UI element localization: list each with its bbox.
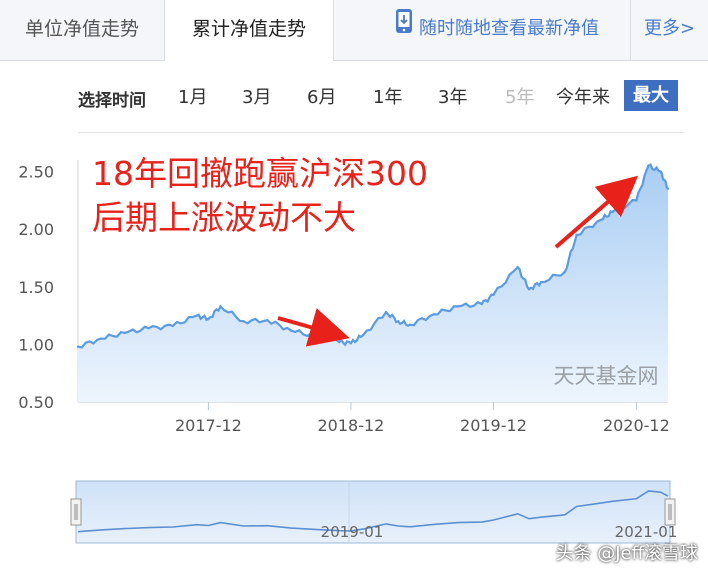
phone-icon xyxy=(395,0,413,58)
x-tick-label: 2017-12 xyxy=(175,416,242,435)
nav-point xyxy=(266,319,269,322)
nav-point xyxy=(563,270,567,273)
image-watermark: 头条 @Jeff滚雪球 xyxy=(555,543,698,564)
nav-point xyxy=(611,210,614,214)
tab-cumulative-nav[interactable]: 累计净值走势 xyxy=(164,0,334,61)
nav-point xyxy=(207,317,210,321)
nav-point xyxy=(659,170,662,173)
more-link[interactable]: 更多> xyxy=(630,0,708,60)
y-tick-label: 2.50 xyxy=(18,163,54,182)
time-range-selector: 选择时间 1月 3月 6月 1年 3年 5年 今年来 最大 xyxy=(0,80,708,114)
nav-point xyxy=(384,310,388,314)
navigator-left-handle[interactable] xyxy=(70,498,82,526)
x-tick-label: 2019-12 xyxy=(460,416,527,435)
annotation-text: 18年回撤跑赢沪深300 后期上涨波动不大 xyxy=(92,152,428,240)
nav-point xyxy=(99,337,103,340)
nav-point xyxy=(76,345,80,348)
nav-point xyxy=(539,281,543,284)
range-5y: 5年 xyxy=(505,87,535,108)
range-1m[interactable]: 1月 xyxy=(178,83,207,109)
mobile-view-link[interactable]: 随时随地查看最新净值 xyxy=(395,0,625,60)
x-tick-label: 2018-12 xyxy=(318,416,385,435)
x-axis: 2017-12 2018-12 2019-12 2020-12 xyxy=(78,401,670,435)
nav-point xyxy=(171,324,175,328)
chart-watermark: 天天基金网 xyxy=(554,364,659,388)
nav-point xyxy=(242,320,245,323)
y-tick-label: 2.00 xyxy=(18,220,54,239)
range-6m[interactable]: 6月 xyxy=(307,83,336,109)
navigator-start-label: 2019-01 xyxy=(321,523,384,541)
nav-point xyxy=(432,313,435,316)
nav-point xyxy=(492,293,495,296)
nav-point xyxy=(516,266,519,269)
nav-point xyxy=(338,340,341,344)
nav-point xyxy=(408,323,412,326)
range-1y[interactable]: 1年 xyxy=(373,83,402,109)
y-tick-label: 0.50 xyxy=(18,393,54,412)
nav-point xyxy=(480,302,483,306)
range-3y[interactable]: 3年 xyxy=(438,83,467,109)
nav-point xyxy=(195,314,198,317)
nav-point xyxy=(290,329,293,332)
nav-point xyxy=(397,320,400,323)
nav-point xyxy=(575,233,578,237)
nav-point xyxy=(361,334,365,337)
range-3m[interactable]: 3月 xyxy=(242,83,271,109)
nav-point xyxy=(456,305,460,308)
range-max[interactable]: 最大 xyxy=(624,80,678,111)
y-tick-label: 1.00 xyxy=(18,335,54,354)
nav-point xyxy=(647,164,650,167)
nav-point xyxy=(219,305,222,308)
y-axis: 2.50 2.00 1.50 1.00 0.50 xyxy=(18,160,79,412)
nav-point xyxy=(635,199,638,202)
nav-point xyxy=(527,287,531,291)
range-navigator[interactable]: 2019-01 2021-01 xyxy=(70,480,677,544)
nav-point xyxy=(599,218,602,222)
nav-point xyxy=(147,327,150,330)
tab-unit-nav[interactable]: 单位净值走势 xyxy=(0,0,164,60)
nav-point xyxy=(666,187,670,190)
nav-point xyxy=(349,342,353,345)
annotation-line-1: 18年回撤跑赢沪深300 xyxy=(92,154,428,193)
navigator-right-handle[interactable] xyxy=(664,498,676,526)
y-tick-label: 1.50 xyxy=(18,278,54,297)
mobile-view-label: 随时随地查看最新净值 xyxy=(419,18,599,39)
x-tick-label: 2020-12 xyxy=(603,416,670,435)
annotation-line-2: 后期上涨波动不大 xyxy=(92,198,356,237)
nav-point xyxy=(123,331,127,335)
tab-bar: 单位净值走势 累计净值走势 随时随地查看最新净值 更多> xyxy=(0,0,708,61)
nav-point xyxy=(314,335,317,338)
range-ytd[interactable]: 今年来 xyxy=(556,83,610,109)
time-range-label: 选择时间 xyxy=(78,91,146,111)
divider xyxy=(78,132,684,133)
